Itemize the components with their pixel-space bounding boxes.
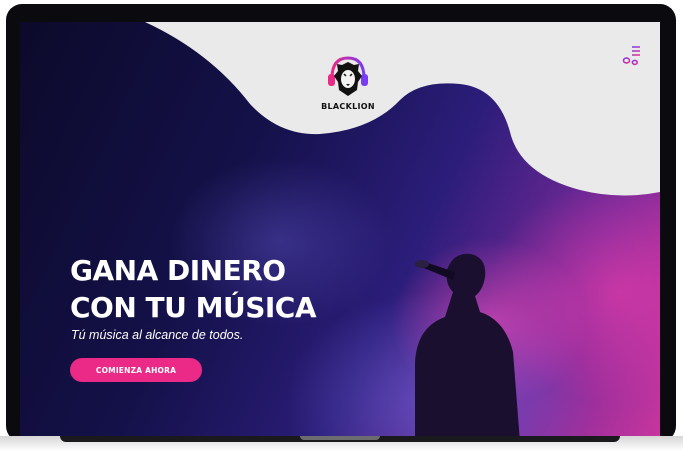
hero-section: GANA DINERO CON TU MÚSICA Tú música al a… (70, 252, 400, 342)
hero-title: GANA DINERO CON TU MÚSICA (70, 252, 400, 326)
lion-headphones-icon (328, 56, 368, 96)
hero-title-line-1: GANA DINERO (70, 254, 286, 287)
laptop-frame: BLACKLION GANA DINERO CON TU MÚSICA Tú m… (0, 0, 683, 451)
website-viewport: BLACKLION GANA DINERO CON TU MÚSICA Tú m… (20, 22, 660, 436)
music-menu-button[interactable] (620, 44, 642, 66)
music-note-list-icon (622, 46, 640, 66)
brand-name: BLACKLION (321, 102, 375, 111)
start-now-button[interactable]: COMIENZA AHORA (70, 358, 202, 382)
laptop-base (0, 436, 683, 451)
brand-logo[interactable]: BLACKLION (313, 52, 383, 111)
hero-title-line-2: CON TU MÚSICA (70, 291, 317, 324)
laptop-notch (300, 436, 380, 440)
hero-subtitle: Tú música al alcance de todos. (71, 328, 244, 342)
